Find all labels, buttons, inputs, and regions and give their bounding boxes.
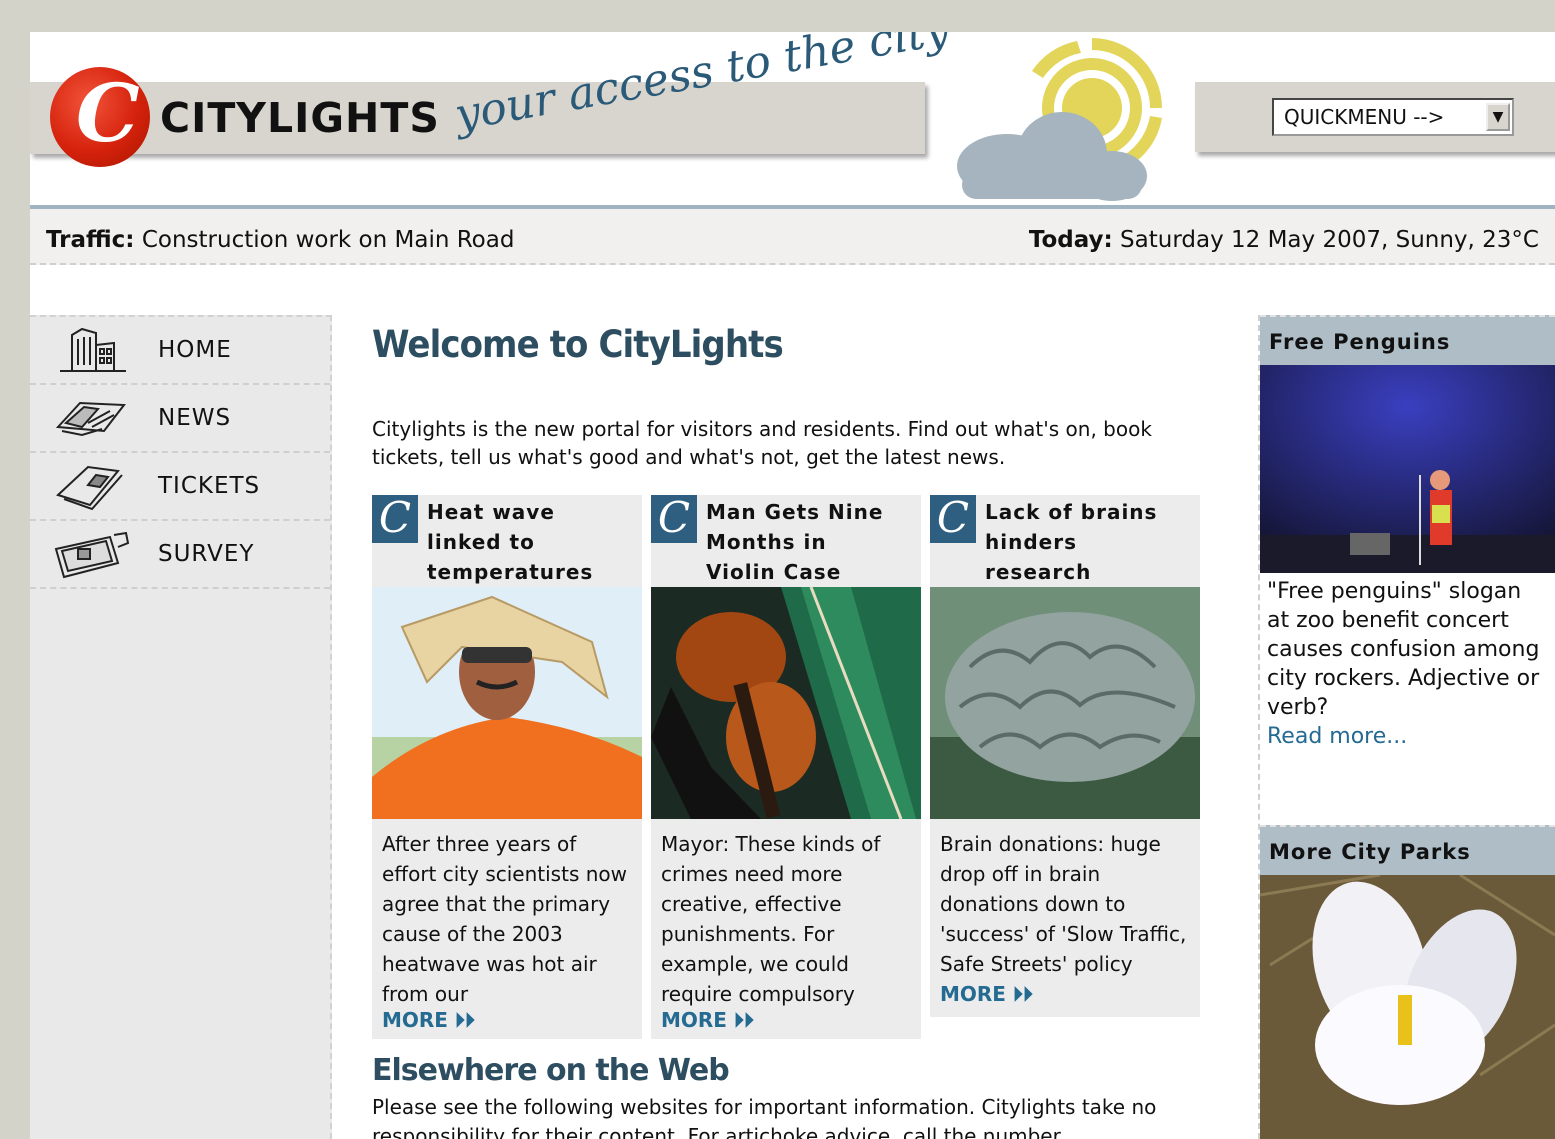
- read-more-link[interactable]: Read more...: [1267, 722, 1547, 751]
- traffic-label: Traffic:: [46, 227, 135, 253]
- sidebar-nav: HOME NEWS TICKETS SURVEY: [30, 315, 332, 1139]
- citylights-c-icon: C: [651, 495, 697, 543]
- page-title: Welcome to CityLights: [372, 323, 784, 366]
- section-title: Elsewhere on the Web: [372, 1053, 730, 1088]
- sidebar-item-label: HOME: [158, 337, 232, 363]
- newspaper-icon: [55, 401, 126, 437]
- feature-box-text: "Free penguins" slogan at zoo benefit co…: [1260, 573, 1555, 751]
- quickmenu-value: QUICKMENU -->: [1284, 105, 1445, 129]
- more-link[interactable]: MORE ⏵⏵: [940, 982, 1033, 1006]
- story-card: C Man Gets Nine Months in Violin Case Ma…: [651, 495, 921, 1039]
- story-title-line: Heat wave: [427, 500, 555, 524]
- story-title-line: Lack of brains: [985, 500, 1158, 524]
- more-link[interactable]: MORE ⏵⏵: [382, 1009, 632, 1031]
- sun-cloud-icon: [957, 38, 1162, 201]
- chevron-down-icon[interactable]: ▼: [1486, 103, 1510, 131]
- story-title-line: Man Gets Nine: [706, 500, 884, 524]
- story-body: Brain donations: huge drop off in brain …: [930, 823, 1200, 1017]
- feature-box-title: Free Penguins: [1260, 315, 1555, 365]
- sidebar-item-news[interactable]: NEWS: [30, 385, 330, 453]
- feature-text: "Free penguins" slogan at zoo benefit co…: [1267, 579, 1540, 720]
- story-title[interactable]: Man Gets Nine Months in Violin Case: [706, 497, 883, 587]
- citylights-c-icon: C: [372, 495, 418, 543]
- brain-photo[interactable]: [930, 587, 1200, 819]
- story-body: After three years of effort city scienti…: [372, 823, 642, 1039]
- story-title-line: research: [985, 560, 1092, 584]
- page: C CITYLIGHTS your access to the city QUI…: [30, 32, 1555, 1139]
- info-bar: Traffic: Construction work on Main Road …: [30, 205, 1555, 265]
- story-text: Brain donations: huge drop off in brain …: [940, 832, 1187, 976]
- story-card: C Heat wave linked to temperatures After…: [372, 495, 642, 1039]
- story-title-line: Months in: [706, 530, 827, 554]
- sidebar-item-tickets[interactable]: TICKETS: [30, 453, 330, 521]
- sidebar-item-label: NEWS: [158, 405, 232, 431]
- logo-icon[interactable]: C: [50, 67, 150, 167]
- story-title[interactable]: Heat wave linked to temperatures: [427, 497, 593, 587]
- feature-box: More City Parks: [1260, 825, 1555, 1139]
- crocus-photo[interactable]: [1260, 875, 1555, 1139]
- story-title-line: hinders: [985, 530, 1077, 554]
- brand-name[interactable]: CITYLIGHTS: [160, 94, 440, 142]
- quickmenu-select[interactable]: QUICKMENU --> ▼: [1272, 98, 1514, 136]
- story-header: C Man Gets Nine Months in Violin Case: [651, 495, 921, 587]
- intro-text: Citylights is the new portal for visitor…: [372, 417, 1152, 469]
- sidebar-item-label: TICKETS: [158, 473, 261, 499]
- building-icon: [60, 327, 126, 372]
- heatwave-photo[interactable]: [372, 587, 642, 819]
- today-info: Today: Saturday 12 May 2007, Sunny, 23°C: [1029, 227, 1539, 253]
- story-title-line: Violin Case: [706, 560, 842, 584]
- citylights-c-icon: C: [930, 495, 976, 543]
- today-label: Today:: [1028, 227, 1113, 253]
- story-title[interactable]: Lack of brains hinders research: [985, 497, 1157, 587]
- concert-photo[interactable]: [1260, 365, 1555, 573]
- more-link[interactable]: MORE ⏵⏵: [661, 1009, 911, 1031]
- story-grid: C Heat wave linked to temperatures After…: [372, 495, 1202, 1055]
- story-text: After three years of effort city scienti…: [382, 832, 627, 1006]
- ticket-icon: [56, 465, 123, 511]
- clipboard-icon: [54, 531, 130, 579]
- story-header: C Heat wave linked to temperatures: [372, 495, 642, 587]
- right-sidebar: Free Penguins "Free penguins" slogan at …: [1258, 315, 1555, 1139]
- story-text: Mayor: These kinds of crimes need more c…: [661, 832, 881, 1006]
- story-body: Mayor: These kinds of crimes need more c…: [651, 823, 921, 1039]
- feature-box: Free Penguins "Free penguins" slogan at …: [1260, 315, 1555, 751]
- story-header: C Lack of brains hinders research: [930, 495, 1200, 587]
- story-title-line: temperatures: [427, 560, 594, 584]
- sidebar-item-survey[interactable]: SURVEY: [30, 521, 330, 589]
- violin-photo[interactable]: [651, 586, 921, 820]
- sidebar-item-label: SURVEY: [158, 541, 255, 567]
- sidebar-item-home[interactable]: HOME: [30, 317, 330, 385]
- section-text: Please see the following websites for im…: [372, 1095, 1157, 1139]
- feature-box-title: More City Parks: [1260, 825, 1555, 875]
- story-card: C Lack of brains hinders research Brain …: [930, 495, 1200, 1017]
- story-title-line: linked to: [427, 530, 535, 554]
- today-text: Saturday 12 May 2007, Sunny, 23°C: [1120, 227, 1539, 253]
- traffic-info: Traffic: Construction work on Main Road: [46, 227, 514, 253]
- main-content: Welcome to CityLights Citylights is the …: [372, 315, 1202, 1139]
- traffic-text: Construction work on Main Road: [141, 227, 515, 253]
